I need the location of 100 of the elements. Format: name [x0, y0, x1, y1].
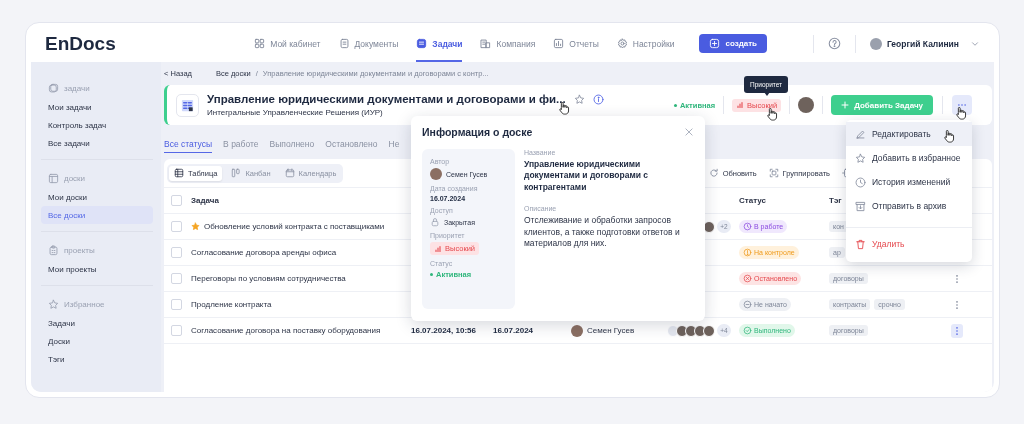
- board-title: Управление юридическими документами и договорами и фи...: [207, 93, 566, 105]
- pencil-icon: [855, 128, 866, 140]
- nav-link[interactable]: Компания: [480, 25, 536, 62]
- field-value: Отслеживание и обработки запросов клиентов, а также подготовки ответов и материалов для них.: [524, 215, 681, 250]
- status-icon: [743, 274, 752, 283]
- participant-avatar: [685, 324, 697, 337]
- participant-avatar: [703, 324, 715, 337]
- board-subtitle: Интегральные Управленческие Решения (ИУР): [207, 108, 383, 117]
- participant-avatar: [667, 324, 679, 337]
- user-name[interactable]: Георгий Калинин: [887, 38, 959, 49]
- trash-icon: [855, 238, 866, 250]
- star-icon: [573, 93, 585, 105]
- task-name[interactable]: Согласование договора аренды офиса: [191, 248, 337, 257]
- checkbox[interactable]: [171, 221, 182, 232]
- participant-avatar: [694, 324, 706, 337]
- plus-icon: [841, 101, 850, 109]
- grid-icon: [254, 38, 266, 49]
- table-icon: [174, 168, 184, 178]
- row-menu-button[interactable]: [951, 323, 963, 338]
- nav-link[interactable]: Настройки: [616, 25, 675, 62]
- owner-avatar: [798, 97, 815, 113]
- menu-item[interactable]: Редактировать: [846, 122, 972, 146]
- column-header: Тэг: [829, 196, 842, 205]
- sidebar-item[interactable]: Доски: [41, 332, 153, 350]
- create-button[interactable]: создать: [699, 34, 767, 53]
- sidebar-item[interactable]: Мои доски: [41, 188, 153, 206]
- hand-cursor-icon: [767, 108, 778, 121]
- star-icon: [855, 152, 866, 164]
- user-avatar: [870, 37, 882, 50]
- sidebar-item[interactable]: Мои задачи: [41, 98, 153, 116]
- dialog-title: Информация о доске: [422, 126, 533, 138]
- archive-icon: [855, 200, 866, 212]
- task-name[interactable]: Продление контракта: [191, 300, 272, 309]
- status-icon: [743, 248, 752, 257]
- plus-icon: [709, 38, 721, 49]
- bars-icon: [434, 244, 442, 253]
- sidebar-item[interactable]: Все задачи: [41, 134, 153, 152]
- hand-cursor-icon: [944, 130, 955, 143]
- settings-icon: [616, 38, 628, 49]
- doc-icon: [338, 38, 350, 49]
- building-icon: [480, 38, 492, 49]
- help-icon: [828, 37, 841, 50]
- column-header: Задача: [191, 196, 219, 205]
- participant-avatar: [676, 324, 688, 337]
- calendar-icon: [284, 168, 295, 178]
- nav-link[interactable]: Мой кабинет: [254, 25, 321, 62]
- author-name: Семен Гусев: [587, 326, 635, 335]
- tasks-icon: [416, 38, 428, 49]
- bars-icon: [736, 101, 745, 109]
- sidebar-item[interactable]: Контроль задач: [41, 116, 153, 134]
- author-avatar: [571, 324, 583, 337]
- sidebar-item[interactable]: Задачи: [41, 314, 153, 332]
- field-value: Управление юридическими документами и договорами с контрагентами: [524, 159, 649, 194]
- menu-item[interactable]: Отправить в архив: [846, 194, 972, 218]
- checkbox[interactable]: [171, 247, 182, 258]
- sidebar-item[interactable]: Мои проекты: [41, 260, 153, 278]
- table-cell: 16.07.2024: [493, 326, 534, 335]
- status-dot: [430, 273, 433, 276]
- group-icon: [768, 168, 779, 178]
- status-dot: [673, 103, 677, 107]
- star-icon: [48, 298, 59, 310]
- info-icon: [592, 93, 604, 105]
- menu-item[interactable]: Добавить в избранное: [846, 146, 972, 170]
- task-name[interactable]: Переговоры по условиям сотрудничества: [191, 274, 346, 283]
- clipboard-icon: [48, 244, 59, 256]
- board-logo-icon: [176, 93, 199, 117]
- layers-icon: [48, 82, 59, 94]
- logo[interactable]: EnDocs: [45, 32, 255, 55]
- board-icon: [48, 172, 59, 184]
- status-tab[interactable]: Все статусы: [164, 139, 213, 153]
- lock-icon: [430, 217, 440, 227]
- section-heading: Избранное: [64, 299, 105, 309]
- status-icon: [743, 300, 752, 309]
- author-avatar: [430, 168, 442, 180]
- section-heading: задачи: [64, 83, 90, 93]
- refresh-icon: [708, 168, 719, 178]
- table-cell: 16.07.2024, 10:56: [411, 326, 476, 335]
- section-heading: доски: [64, 173, 86, 183]
- task-name[interactable]: Обновление условий контракта с поставщиками: [204, 222, 385, 231]
- column-header: Статус: [739, 196, 766, 205]
- checkbox[interactable]: [171, 195, 182, 206]
- nav-link[interactable]: Отчеты: [553, 25, 599, 62]
- status-icon: [743, 326, 752, 335]
- checkbox[interactable]: [171, 325, 182, 336]
- menu-item[interactable]: Удалить: [846, 227, 972, 260]
- sidebar-item[interactable]: Все доски: [41, 206, 153, 224]
- menu-item[interactable]: История изменений: [846, 170, 972, 194]
- kanban-icon: [231, 168, 242, 178]
- clock-icon: [855, 176, 866, 188]
- sidebar-item[interactable]: Тэги: [41, 350, 153, 368]
- close-button[interactable]: [684, 127, 694, 137]
- section-heading: проекты: [64, 245, 95, 255]
- status-icon: [743, 222, 752, 231]
- tooltip-pointer: [764, 92, 770, 96]
- checkbox[interactable]: [171, 273, 182, 284]
- chart-icon: [553, 38, 565, 49]
- task-name[interactable]: Согласование договора на поставку оборудования: [191, 326, 381, 335]
- nav-link[interactable]: Документы: [338, 25, 399, 62]
- checkbox[interactable]: [171, 299, 182, 310]
- close-icon: [684, 127, 694, 137]
